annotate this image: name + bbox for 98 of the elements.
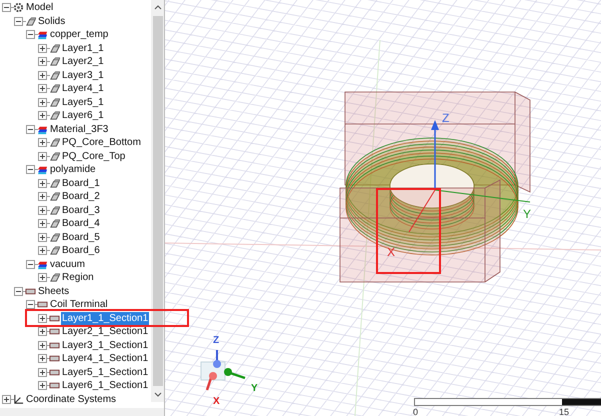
scroll-up-icon[interactable] (154, 4, 162, 10)
sheet-icon (49, 353, 60, 364)
tree-item[interactable]: Sheets (37, 284, 70, 298)
scroll-down-icon[interactable] (154, 392, 162, 398)
tree-item[interactable]: Layer1_1 (61, 42, 105, 55)
scroll-thumb[interactable] (152, 16, 162, 386)
tree-expander[interactable] (38, 192, 47, 202)
axis-label: Y (523, 208, 532, 220)
tree-item[interactable]: Layer2_1 (61, 55, 105, 68)
tree-item[interactable]: Layer5_1 (61, 96, 105, 109)
material-icon (37, 29, 48, 40)
solid-icon (49, 110, 60, 122)
tree-item[interactable]: Board_1 (61, 176, 101, 190)
scale-label: 15 (559, 408, 570, 416)
tree-item[interactable]: Layer6_1_Section1 (61, 379, 150, 392)
tree-expander[interactable] (14, 16, 23, 26)
axis-label: Y (251, 384, 258, 394)
tree-item[interactable]: Solids (37, 14, 66, 28)
sheet-icon (49, 326, 60, 338)
solid-icon (49, 245, 60, 256)
tree-expander[interactable] (38, 206, 47, 215)
tree-item[interactable]: PQ_Core_Top (61, 150, 126, 163)
tree-item[interactable]: Layer6_1 (61, 109, 105, 122)
tree-expander[interactable] (38, 178, 47, 188)
tree-item[interactable]: polyamide (49, 163, 97, 176)
scale-label: 0 (413, 408, 418, 416)
tree-expander[interactable] (38, 314, 47, 323)
solid-icon (49, 218, 60, 230)
solid-icon (49, 70, 60, 81)
tree-expander[interactable] (38, 70, 47, 80)
sheet-icon (37, 299, 48, 310)
tree-item[interactable]: Layer3_1_Section1 (61, 338, 150, 352)
vertical-scrollbar[interactable] (151, 0, 164, 402)
sheet-icon (49, 380, 60, 392)
tree-item[interactable]: Layer3_1 (61, 68, 105, 82)
tree-item[interactable]: Board_4 (61, 217, 101, 230)
solid-icon (25, 16, 36, 27)
axis-label: Z (442, 112, 450, 124)
tree-item[interactable]: Coordinate Systems (25, 392, 118, 406)
tree-item[interactable]: PQ_Core_Bottom (61, 136, 142, 150)
axes-icon (13, 394, 24, 405)
solid-icon (49, 137, 60, 148)
tree-expander[interactable] (38, 368, 47, 377)
solid-icon (49, 178, 60, 189)
tree-expander[interactable] (38, 84, 47, 94)
tree-item[interactable]: Model (25, 1, 54, 14)
solid-icon (49, 56, 60, 68)
tree-expander[interactable] (38, 340, 47, 350)
solid-icon (49, 191, 60, 202)
tree-item[interactable]: copper_temp (49, 28, 110, 42)
tree-item[interactable]: Layer4_1_Section1 (61, 352, 150, 366)
axis-triad-drawing (200, 350, 246, 390)
horizontal-scrollbar[interactable] (0, 408, 164, 416)
tree-expander[interactable] (38, 273, 47, 282)
tree-expander[interactable] (2, 394, 11, 404)
tree-expander[interactable] (38, 57, 47, 66)
tree-item[interactable]: Layer4_1 (61, 82, 105, 96)
tree-item[interactable]: Region (61, 271, 95, 284)
tree-expander[interactable] (26, 30, 35, 40)
tree-item[interactable]: vacuum (49, 258, 86, 271)
material-icon (37, 164, 48, 176)
tree-expander[interactable] (38, 98, 47, 107)
tree-item[interactable]: Layer2_1_Section1 (61, 325, 150, 338)
solid-icon (49, 96, 60, 108)
tree-expander[interactable] (38, 219, 47, 228)
tree-expander[interactable] (38, 152, 47, 161)
tree-item[interactable]: Board_5 (61, 230, 101, 244)
tree-expander[interactable] (38, 138, 47, 148)
tree-item[interactable]: Board_6 (61, 244, 101, 258)
solid-icon (49, 204, 60, 216)
tree-expander[interactable] (38, 381, 47, 390)
tree-item[interactable]: Board_3 (61, 204, 101, 217)
tree-expander[interactable] (26, 260, 35, 269)
tree-expander[interactable] (14, 286, 23, 296)
solid-icon (49, 272, 60, 284)
solid-icon (49, 42, 60, 54)
gear-icon (13, 2, 24, 14)
axis-label: X (387, 246, 396, 258)
tree-item[interactable]: Material_3F3 (49, 122, 110, 136)
tree-expander[interactable] (26, 124, 35, 134)
tree-expander[interactable] (38, 111, 47, 120)
solid-icon (49, 150, 60, 162)
tree-expander[interactable] (2, 3, 11, 12)
axis-label: Z (213, 336, 220, 346)
tree-expander[interactable] (38, 232, 47, 242)
tree-expander[interactable] (26, 165, 35, 174)
tree-item[interactable]: Board_2 (61, 190, 101, 204)
tree-expander[interactable] (38, 354, 47, 364)
tree-expander[interactable] (38, 44, 47, 53)
tree-expander[interactable] (38, 246, 47, 256)
tree-item[interactable]: Coil Terminal (49, 298, 109, 312)
tree-item[interactable]: Layer5_1_Section1 (61, 366, 150, 379)
axis-label: X (213, 397, 220, 407)
solid-icon (49, 232, 60, 243)
tree-expander[interactable] (38, 327, 47, 336)
tree-expander[interactable] (26, 300, 35, 310)
tree-item[interactable]: Layer1_1_Section1 (61, 312, 150, 325)
solid-icon (49, 83, 60, 94)
